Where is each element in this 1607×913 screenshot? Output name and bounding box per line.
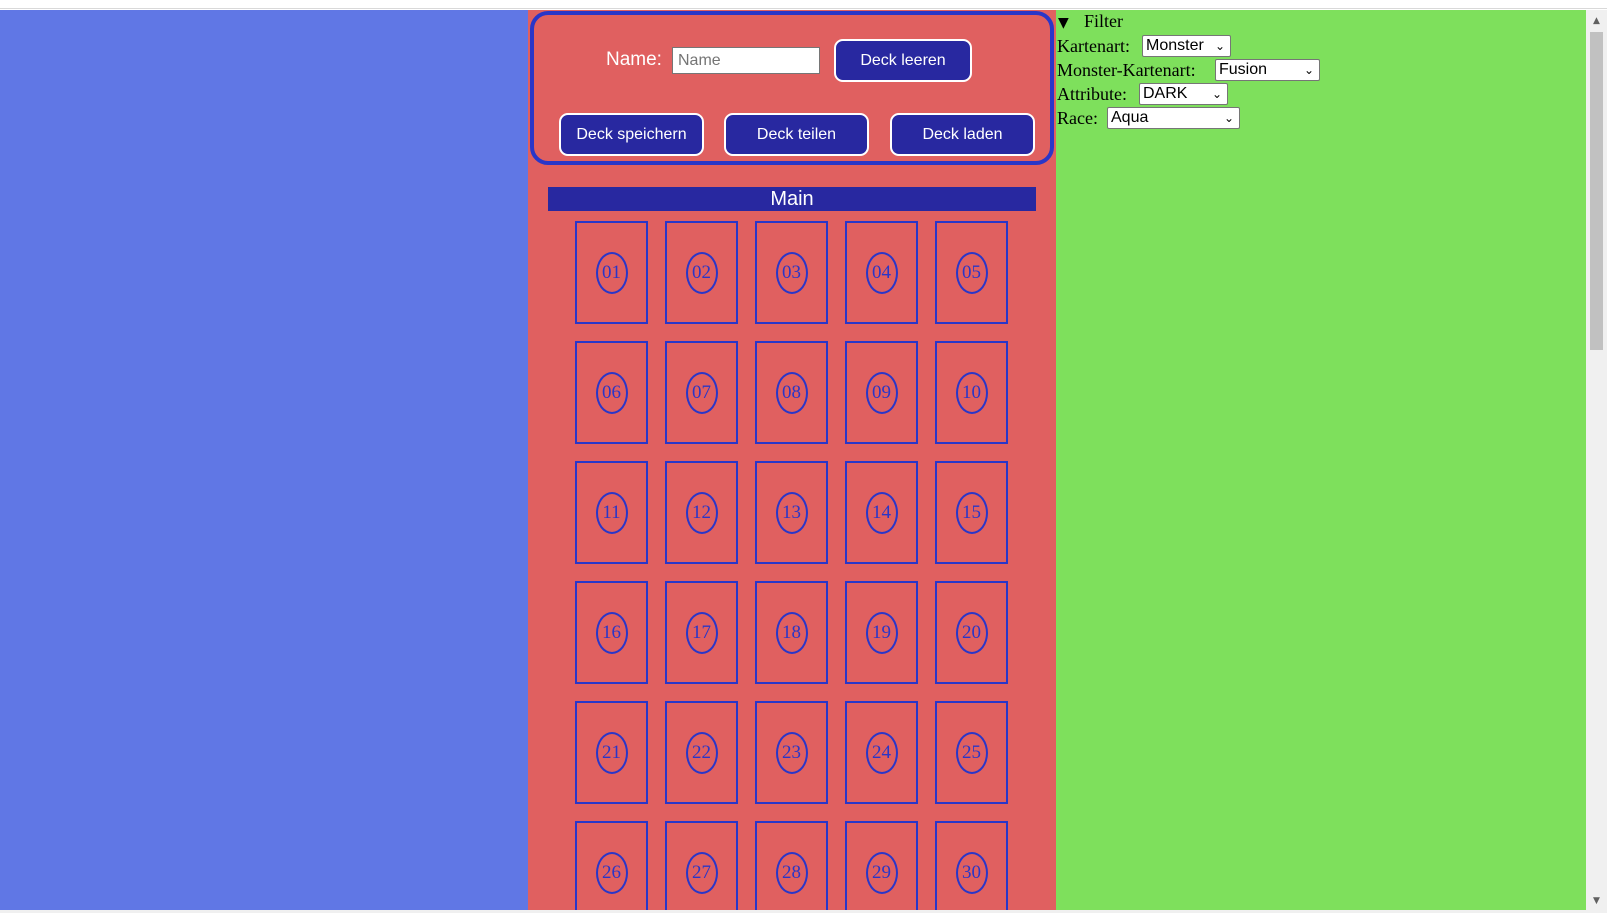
left-panel (0, 10, 528, 910)
card-slot-number: 04 (865, 251, 898, 294)
save-deck-button[interactable]: Deck speichern (559, 113, 704, 156)
monster-card-type-label: Monster-Kartenart: (1057, 60, 1196, 80)
filter-row-attribute: Attribute: DARK ⌄ (1057, 82, 1228, 106)
load-deck-button[interactable]: Deck laden (890, 113, 1035, 156)
card-slot[interactable]: 27 (665, 821, 738, 910)
card-slot[interactable]: 22 (665, 701, 738, 804)
card-slot[interactable]: 01 (575, 221, 648, 324)
card-slot[interactable]: 10 (935, 341, 1008, 444)
card-slot-number: 29 (865, 851, 898, 894)
triangle-down-icon: ▼ (1058, 15, 1069, 31)
card-slot[interactable]: 04 (845, 221, 918, 324)
card-slot[interactable]: 25 (935, 701, 1008, 804)
main-deck-header: Main (548, 187, 1036, 211)
card-slot-number: 27 (685, 851, 718, 894)
deck-controls: Name: Deck leeren Deck speichern Deck te… (530, 11, 1054, 165)
card-slot-number: 05 (955, 251, 988, 294)
card-slot-number: 13 (775, 491, 808, 534)
card-slot-number: 26 (595, 851, 628, 894)
card-slot-number: 10 (955, 371, 988, 414)
card-type-select[interactable]: Monster ⌄ (1142, 35, 1231, 57)
card-type-label: Kartenart: (1057, 36, 1130, 56)
chevron-down-icon: ⌄ (1303, 63, 1314, 77)
card-slot[interactable]: 30 (935, 821, 1008, 910)
card-slot-number: 21 (595, 731, 628, 774)
card-slot[interactable]: 11 (575, 461, 648, 564)
card-slot-number: 16 (595, 611, 628, 654)
filter-panel: ▼ Filter Kartenart: Monster ⌄ Monster-Kar… (1056, 10, 1586, 910)
card-slot[interactable]: 08 (755, 341, 828, 444)
card-slot[interactable]: 26 (575, 821, 648, 910)
race-label: Race: (1057, 108, 1098, 128)
monster-card-type-value: Fusion (1219, 61, 1268, 78)
filter-row-card-type: Kartenart: Monster ⌄ (1057, 34, 1231, 58)
card-slot[interactable]: 02 (665, 221, 738, 324)
attribute-value: DARK (1143, 85, 1188, 102)
card-slot-number: 09 (865, 371, 898, 414)
card-slot[interactable]: 14 (845, 461, 918, 564)
card-slot[interactable]: 24 (845, 701, 918, 804)
card-slot-number: 15 (955, 491, 988, 534)
page-scrollbar[interactable]: ▲ ▼ (1586, 10, 1607, 910)
deck-name-input[interactable] (672, 47, 820, 74)
card-slot[interactable]: 05 (935, 221, 1008, 324)
card-slot[interactable]: 29 (845, 821, 918, 910)
chevron-down-icon: ⌄ (1214, 39, 1225, 53)
card-slot-number: 19 (865, 611, 898, 654)
race-value: Aqua (1111, 109, 1149, 126)
card-slot-number: 03 (775, 251, 808, 294)
filter-row-race: Race: Aqua ⌄ (1057, 106, 1240, 130)
card-slot[interactable]: 03 (755, 221, 828, 324)
card-slot[interactable]: 16 (575, 581, 648, 684)
chevron-down-icon: ⌄ (1223, 111, 1234, 125)
card-slot-number: 17 (685, 611, 718, 654)
top-border (0, 0, 1607, 9)
card-slot-number: 07 (685, 371, 718, 414)
deck-panel: Name: Deck leeren Deck speichern Deck te… (528, 10, 1056, 910)
filter-row-monster-card-type: Monster-Kartenart: Fusion ⌄ (1057, 58, 1320, 82)
card-slot-number: 20 (955, 611, 988, 654)
card-slot[interactable]: 07 (665, 341, 738, 444)
card-slot-number: 30 (955, 851, 988, 894)
card-slot[interactable]: 17 (665, 581, 738, 684)
scroll-down-icon[interactable]: ▼ (1586, 894, 1607, 908)
card-slot[interactable]: 23 (755, 701, 828, 804)
attribute-label: Attribute: (1057, 84, 1127, 104)
card-slot-number: 11 (595, 491, 628, 534)
card-type-value: Monster (1146, 37, 1204, 54)
card-slot-number: 08 (775, 371, 808, 414)
chevron-down-icon: ⌄ (1211, 87, 1222, 101)
card-slot-number: 06 (595, 371, 628, 414)
card-slot[interactable]: 28 (755, 821, 828, 910)
card-slot[interactable]: 20 (935, 581, 1008, 684)
card-slot[interactable]: 12 (665, 461, 738, 564)
card-slot-number: 25 (955, 731, 988, 774)
card-slot-number: 22 (685, 731, 718, 774)
attribute-select[interactable]: DARK ⌄ (1139, 83, 1228, 105)
card-slot[interactable]: 18 (755, 581, 828, 684)
card-slot-number: 02 (685, 251, 718, 294)
card-slot-number: 14 (865, 491, 898, 534)
card-slot[interactable]: 19 (845, 581, 918, 684)
race-select[interactable]: Aqua ⌄ (1107, 107, 1240, 129)
monster-card-type-select[interactable]: Fusion ⌄ (1215, 59, 1320, 81)
card-slot[interactable]: 15 (935, 461, 1008, 564)
card-slot-number: 23 (775, 731, 808, 774)
card-slot[interactable]: 21 (575, 701, 648, 804)
card-slot[interactable]: 06 (575, 341, 648, 444)
card-slot-number: 01 (595, 251, 628, 294)
card-slot[interactable]: 13 (755, 461, 828, 564)
share-deck-button[interactable]: Deck teilen (724, 113, 869, 156)
scroll-up-icon[interactable]: ▲ (1586, 14, 1607, 28)
name-label: Name: (606, 49, 662, 70)
card-slot[interactable]: 09 (845, 341, 918, 444)
scrollbar-thumb[interactable] (1590, 32, 1603, 350)
filter-summary-label: Filter (1084, 11, 1123, 31)
card-slot-number: 18 (775, 611, 808, 654)
clear-deck-button[interactable]: Deck leeren (834, 39, 972, 82)
card-slot-number: 12 (685, 491, 718, 534)
card-slot-number: 28 (775, 851, 808, 894)
card-slot-number: 24 (865, 731, 898, 774)
filter-toggle[interactable]: ▼ Filter (1058, 11, 1123, 32)
